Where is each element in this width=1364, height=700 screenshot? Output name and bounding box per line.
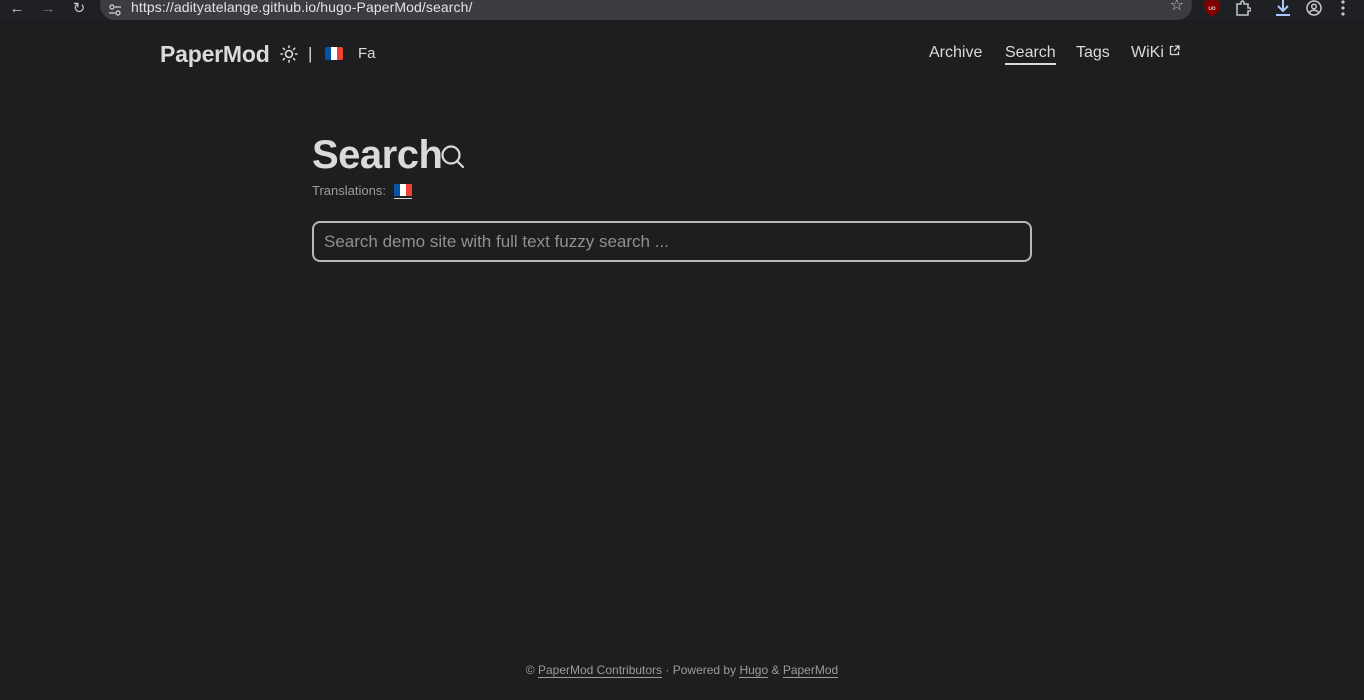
- page-title: Search: [312, 133, 443, 177]
- browser-toolbar: ← → ↻ https://adityatelange.github.io/hu…: [0, 0, 1364, 20]
- site-settings-icon[interactable]: [108, 3, 122, 17]
- download-icon[interactable]: [1273, 0, 1293, 18]
- reload-icon[interactable]: ↻: [70, 0, 88, 16]
- copyright-symbol: ©: [525, 663, 535, 677]
- translations-label: Translations:: [312, 183, 386, 198]
- language-switch-link[interactable]: Fa: [358, 45, 376, 62]
- french-flag-icon[interactable]: [325, 47, 343, 60]
- menu-item-wiki[interactable]: WiKi: [1131, 44, 1180, 62]
- ampersand-text: &: [771, 663, 780, 677]
- search-input[interactable]: [312, 221, 1032, 262]
- translation-french-flag-icon[interactable]: [394, 184, 412, 199]
- menu-item-search[interactable]: Search: [1005, 44, 1056, 65]
- hugo-link[interactable]: Hugo: [739, 663, 769, 678]
- extensions-puzzle-icon[interactable]: [1234, 0, 1252, 18]
- search-icon: [441, 145, 465, 169]
- menu-item-archive[interactable]: Archive: [929, 44, 982, 62]
- contributors-link[interactable]: PaperMod Contributors: [537, 663, 663, 678]
- papermod-link[interactable]: PaperMod: [782, 663, 839, 678]
- menu-item-tags[interactable]: Tags: [1076, 44, 1110, 62]
- bookmark-star-icon[interactable]: ☆: [1170, 0, 1184, 14]
- menu-item-wiki-label: WiKi: [1131, 44, 1164, 61]
- kebab-menu-icon[interactable]: [1336, 0, 1350, 18]
- site-logo[interactable]: PaperMod: [160, 41, 270, 68]
- sun-icon[interactable]: [280, 45, 298, 63]
- svg-text:uo: uo: [1208, 5, 1216, 12]
- profile-icon[interactable]: [1305, 0, 1323, 18]
- ublock-icon[interactable]: uo: [1203, 0, 1221, 18]
- url-text[interactable]: https://adityatelange.github.io/hugo-Pap…: [131, 0, 473, 15]
- logo-separator: |: [308, 44, 313, 63]
- external-link-icon: [1169, 45, 1180, 56]
- back-icon[interactable]: ←: [8, 0, 26, 16]
- powered-by-text: · Powered by: [665, 663, 737, 677]
- site-footer: © PaperMod Contributors · Powered by Hug…: [0, 663, 1364, 678]
- forward-icon[interactable]: →: [39, 0, 57, 16]
- address-bar[interactable]: https://adityatelange.github.io/hugo-Pap…: [100, 0, 1192, 20]
